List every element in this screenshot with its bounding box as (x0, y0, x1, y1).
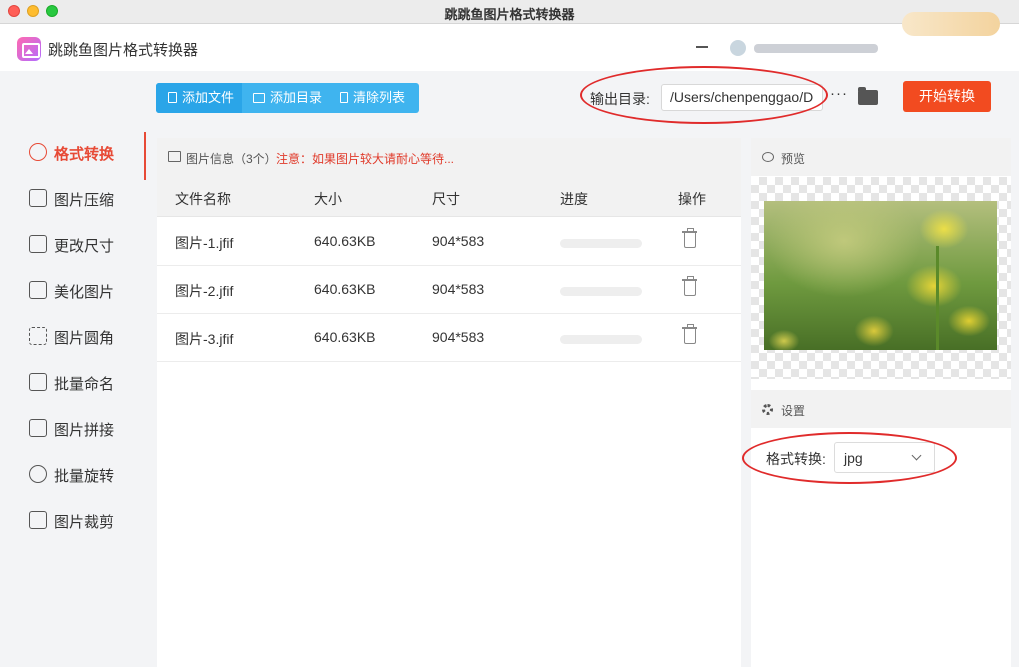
table-row[interactable]: 图片-1.jfif 640.63KB 904*583 (157, 218, 741, 266)
table-header: 文件名称 大小 尺寸 进度 操作 (157, 176, 741, 217)
app-logo-icon (17, 37, 41, 61)
clear-list-label: 清除列表 (353, 90, 406, 105)
add-file-button[interactable]: 添加文件 (156, 83, 242, 113)
sidebar-item-format-convert[interactable]: 格式转换 (0, 132, 146, 180)
output-directory-label: 输出目录: (590, 91, 650, 107)
delete-trash-icon[interactable] (682, 228, 697, 248)
sidebar-item-resize[interactable]: 更改尺寸 (0, 224, 146, 264)
toolbar: 添加文件 添加目录 清除列表 输出目录: /Users/chenpenggao/… (146, 71, 1019, 127)
compress-icon (29, 189, 47, 207)
file-info-bar: 图片信息（3个） 注意：如果图片较大请耐心等待... (157, 138, 741, 176)
delete-trash-icon[interactable] (682, 276, 697, 296)
rotate-icon (29, 465, 47, 483)
file-list-panel: 图片信息（3个） 注意：如果图片较大请耐心等待... 文件名称 大小 尺寸 进度… (157, 138, 741, 667)
file-name: 图片-2.jfif (175, 283, 234, 299)
rename-icon (29, 373, 47, 391)
file-size: 640.63KB (314, 281, 376, 297)
settings-header: 设置 (751, 390, 1011, 428)
format-convert-icon (29, 143, 47, 161)
clear-list-button[interactable]: 清除列表 (330, 83, 419, 113)
sidebar-item-rename[interactable]: 批量命名 (0, 362, 146, 402)
sidebar-item-label: 图片圆角 (54, 330, 115, 347)
add-directory-button[interactable]: 添加目录 (242, 83, 330, 113)
vip-badge-button[interactable] (902, 12, 1000, 36)
header-account-area (690, 38, 890, 60)
sidebar-item-label: 图片裁剪 (54, 514, 115, 531)
avatar[interactable] (730, 40, 746, 56)
sidebar-item-rotate[interactable]: 批量旋转 (0, 454, 146, 494)
progress-bar (560, 239, 642, 248)
sidebar-item-stitch[interactable]: 图片拼接 (0, 408, 146, 448)
rounded-corner-icon (29, 327, 47, 345)
file-button-group: 添加文件 添加目录 清除列表 (156, 83, 419, 113)
image-icon (168, 151, 181, 162)
file-dimensions: 904*583 (432, 329, 485, 345)
menu-icon[interactable] (696, 46, 708, 48)
app-header: 跳跳鱼图片格式转换器 (0, 24, 1019, 71)
preview-title: 预览 (781, 152, 806, 166)
column-header-dimensions: 尺寸 (432, 191, 460, 207)
sidebar-item-compress[interactable]: 图片压缩 (0, 178, 146, 218)
column-header-size: 大小 (314, 191, 342, 207)
crop-icon (29, 511, 47, 529)
sidebar-item-beautify[interactable]: 美化图片 (0, 270, 146, 310)
preview-header: 预览 (751, 138, 1011, 176)
format-convert-label: 格式转换: (766, 451, 826, 467)
sidebar-item-label: 美化图片 (54, 284, 115, 301)
start-convert-button[interactable]: 开始转换 (903, 81, 991, 112)
delete-trash-icon[interactable] (682, 324, 697, 344)
chevron-down-icon (911, 450, 922, 461)
progress-bar (560, 287, 642, 296)
sidebar-item-label: 批量命名 (54, 376, 115, 393)
format-select[interactable]: jpg (834, 442, 935, 473)
add-directory-label: 添加目录 (270, 90, 323, 105)
resize-icon (29, 235, 47, 253)
window-titlebar: 跳跳鱼图片格式转换器 (0, 0, 1019, 24)
file-dimensions: 904*583 (432, 281, 485, 297)
beautify-icon (29, 281, 47, 299)
stitch-icon (29, 419, 47, 437)
sidebar-item-label: 更改尺寸 (54, 238, 115, 255)
preview-image (764, 201, 997, 350)
trash-icon (340, 92, 348, 103)
flower-stem (936, 246, 939, 350)
account-info-blurred (754, 44, 878, 53)
file-size: 640.63KB (314, 329, 376, 345)
settings-title: 设置 (781, 404, 806, 418)
add-file-label: 添加文件 (182, 90, 235, 105)
sidebar-item-label: 批量旋转 (54, 468, 115, 485)
sidebar-item-label: 图片拼接 (54, 422, 115, 439)
sidebar-item-rounded-corner[interactable]: 图片圆角 (0, 316, 146, 356)
wait-notice: 注意：如果图片较大请耐心等待... (276, 152, 455, 166)
table-row[interactable]: 图片-3.jfif 640.63KB 904*583 (157, 314, 741, 362)
sidebar-item-crop[interactable]: 图片裁剪 (0, 500, 146, 540)
output-directory-input[interactable]: /Users/chenpenggao/D (661, 84, 823, 111)
file-icon (168, 92, 177, 103)
format-selected-value: jpg (844, 450, 863, 466)
sidebar-item-label: 格式转换 (54, 146, 115, 163)
open-folder-icon[interactable] (858, 87, 878, 105)
file-size: 640.63KB (314, 233, 376, 249)
file-info-title: 图片信息（3个） (186, 152, 277, 166)
progress-bar (560, 335, 642, 344)
file-dimensions: 904*583 (432, 233, 485, 249)
file-name: 图片-3.jfif (175, 331, 234, 347)
sidebar: 格式转换 图片压缩 更改尺寸 美化图片 图片圆角 批量命名 图片拼接 批量旋转 … (0, 71, 146, 667)
column-header-name: 文件名称 (175, 191, 231, 207)
side-panel: 预览 设置 格式转换: jpg (751, 138, 1011, 667)
preview-eye-icon (762, 152, 774, 162)
sidebar-item-label: 图片压缩 (54, 192, 115, 209)
column-header-action: 操作 (678, 191, 706, 207)
folder-outline-icon (253, 93, 265, 103)
file-name: 图片-1.jfif (175, 235, 234, 251)
table-row[interactable]: 图片-2.jfif 640.63KB 904*583 (157, 266, 741, 314)
browse-more-button[interactable]: ··· (830, 85, 848, 102)
preview-canvas (751, 177, 1011, 379)
gear-icon (762, 404, 773, 415)
app-name: 跳跳鱼图片格式转换器 (48, 42, 199, 59)
window-title: 跳跳鱼图片格式转换器 (444, 7, 575, 22)
column-header-progress: 进度 (560, 191, 588, 207)
